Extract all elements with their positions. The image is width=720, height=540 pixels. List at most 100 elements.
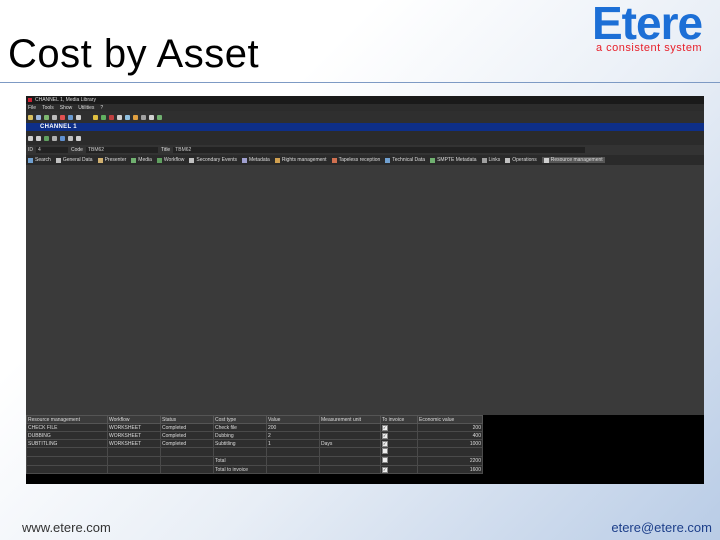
menu-item-utilities[interactable]: Utilities <box>78 105 94 111</box>
media-icon <box>131 157 137 163</box>
table-row[interactable]: DUBBING WORKSHEET Completed Dubbing 2 ✓ 400 <box>26 431 483 440</box>
tab-metadata[interactable]: Metadata <box>241 157 270 163</box>
title-field[interactable]: TBM62 <box>173 147 586 153</box>
tab-secondary-events[interactable]: Secondary Events <box>189 157 237 163</box>
logo-tagline: a consistent system <box>596 42 703 54</box>
grid-cell: Total <box>213 456 267 466</box>
grid-cell: WORKSHEET <box>107 439 161 448</box>
tab-presenter[interactable]: Presenter <box>97 157 126 163</box>
col-economic-value[interactable]: Economic value <box>417 415 483 424</box>
refresh-record-icon[interactable] <box>60 135 65 141</box>
smpte-icon <box>430 157 436 163</box>
to-invoice-checkbox[interactable]: ✓ <box>382 432 388 439</box>
tab-label: General Data <box>62 157 93 163</box>
tab-label: Technical Data <box>392 157 426 163</box>
table-row[interactable]: CHECK FILE WORKSHEET Completed Check file 20… <box>26 423 483 432</box>
grid-cell <box>107 456 161 466</box>
tab-links[interactable]: Links <box>481 157 500 163</box>
table-row[interactable]: Total 2200 <box>26 456 483 466</box>
col-workflow[interactable]: Workflow <box>107 415 161 424</box>
grid-cell <box>26 465 108 474</box>
menu-item-tools[interactable]: Tools <box>42 105 54 111</box>
stop-icon[interactable] <box>109 114 114 120</box>
delete-icon[interactable] <box>60 114 65 120</box>
tab-label: SMPTE Metadata <box>437 157 477 163</box>
grid-cell <box>319 465 381 474</box>
main-toolbar <box>26 111 704 123</box>
grid-cell: Check file <box>213 423 267 432</box>
menu-item-show[interactable]: Show <box>60 105 73 111</box>
col-cost-type[interactable]: Cost type <box>213 415 267 424</box>
tab-tapeless-reception[interactable]: Tapeless reception <box>331 157 380 163</box>
id-field[interactable]: 4 <box>36 147 68 153</box>
tab-general-data[interactable]: General Data <box>55 157 93 163</box>
to-invoice-checkbox[interactable]: ✓ <box>382 466 388 473</box>
tab-media[interactable]: Media <box>131 157 152 163</box>
col-value[interactable]: Value <box>266 415 320 424</box>
table-row[interactable]: Total to invoice ✓ 1600 <box>26 465 483 474</box>
cost-grid: Resource management Workflow Status Cost… <box>26 415 483 474</box>
link-icon <box>481 157 487 163</box>
grid-cell: CHECK FILE <box>26 423 108 432</box>
open-icon[interactable] <box>28 114 33 120</box>
col-status[interactable]: Status <box>160 415 214 424</box>
tab-search[interactable]: Search <box>28 157 51 163</box>
copy-icon[interactable] <box>117 114 122 120</box>
grid-cell <box>213 447 267 457</box>
grid-cell <box>26 456 108 466</box>
to-invoice-checkbox[interactable]: ✓ <box>382 440 388 447</box>
grid-cell <box>319 456 381 466</box>
operations-icon <box>505 157 511 163</box>
add-record-icon[interactable] <box>44 135 49 141</box>
grid-cell: Completed <box>160 423 214 432</box>
grid-cell: 200 <box>417 423 483 432</box>
menu-item-file[interactable]: File <box>28 105 36 111</box>
to-invoice-checkbox[interactable] <box>382 457 388 463</box>
grid-cell: Days <box>319 439 381 448</box>
table-row[interactable]: SUBTITLING WORKSHEET Completed Subtitling 1 D… <box>26 439 483 448</box>
first-record-icon[interactable] <box>28 135 33 141</box>
to-invoice-checkbox[interactable] <box>382 448 388 454</box>
footer-email[interactable]: etere@etere.com <box>611 520 712 535</box>
settings-icon[interactable] <box>141 114 146 120</box>
grid-cell <box>26 447 108 457</box>
tab-workflow[interactable]: Workflow <box>156 157 185 163</box>
ok-icon[interactable] <box>101 114 106 120</box>
close-record-icon[interactable] <box>76 135 81 141</box>
folder-icon[interactable] <box>133 114 138 120</box>
help-icon[interactable] <box>76 114 81 120</box>
to-invoice-cell: ✓ <box>380 431 418 440</box>
link-icon[interactable] <box>125 114 130 120</box>
undo-icon[interactable] <box>52 135 57 141</box>
tab-rights-management[interactable]: Rights management <box>274 157 327 163</box>
tab-label: Rights management <box>281 157 327 163</box>
print-record-icon[interactable] <box>68 135 73 141</box>
grid-cell: 400 <box>417 431 483 440</box>
tab-resource-management[interactable]: Resource management <box>541 157 605 163</box>
footer-website[interactable]: www.etere.com <box>22 520 111 535</box>
refresh-icon[interactable] <box>68 114 73 120</box>
tab-operations[interactable]: Operations <box>505 157 537 163</box>
col-resource-management[interactable]: Resource management <box>26 415 108 424</box>
col-to-invoice[interactable]: To invoice <box>380 415 418 424</box>
tool-icon[interactable] <box>93 114 98 120</box>
check-icon[interactable] <box>157 114 162 120</box>
workflow-icon <box>156 157 162 163</box>
tab-smpte-metadata[interactable]: SMPTE Metadata <box>430 157 477 163</box>
tab-label: Metadata <box>248 157 270 163</box>
tab-technical-data[interactable]: Technical Data <box>385 157 425 163</box>
print-icon[interactable] <box>52 114 57 120</box>
save-record-icon[interactable] <box>36 135 41 141</box>
menu-item-help[interactable]: ? <box>100 105 103 111</box>
list-icon[interactable] <box>149 114 154 120</box>
rights-icon <box>274 157 280 163</box>
save-icon[interactable] <box>36 114 41 120</box>
tab-label: Workflow <box>163 157 185 163</box>
code-label: Code <box>71 147 83 153</box>
table-row[interactable] <box>26 447 483 457</box>
to-invoice-checkbox[interactable]: ✓ <box>382 424 388 431</box>
col-measurement-unit[interactable]: Measurement unit <box>319 415 381 424</box>
asset-id-row: ID 4 Code TBM62 Title TBM62 <box>26 145 704 155</box>
code-field[interactable]: TBM62 <box>85 147 158 153</box>
new-icon[interactable] <box>44 114 49 120</box>
